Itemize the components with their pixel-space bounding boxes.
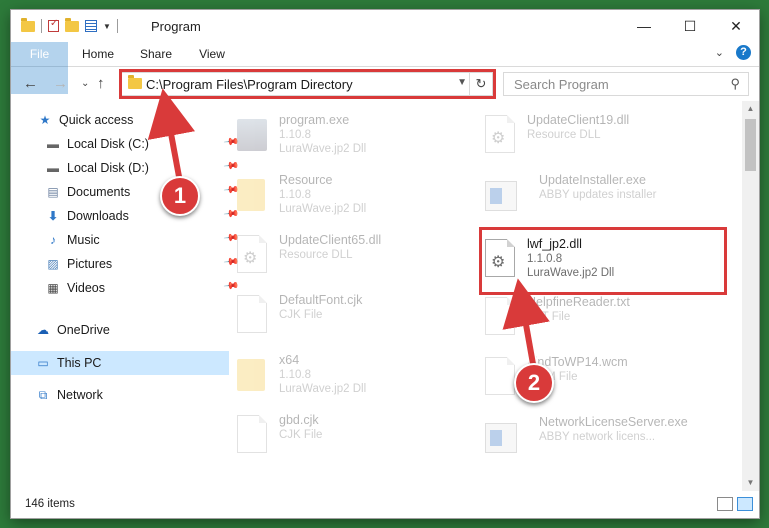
- annotation-arrows: [147, 88, 550, 369]
- callout-2: 2: [514, 363, 554, 403]
- callout-1: 1: [160, 176, 200, 216]
